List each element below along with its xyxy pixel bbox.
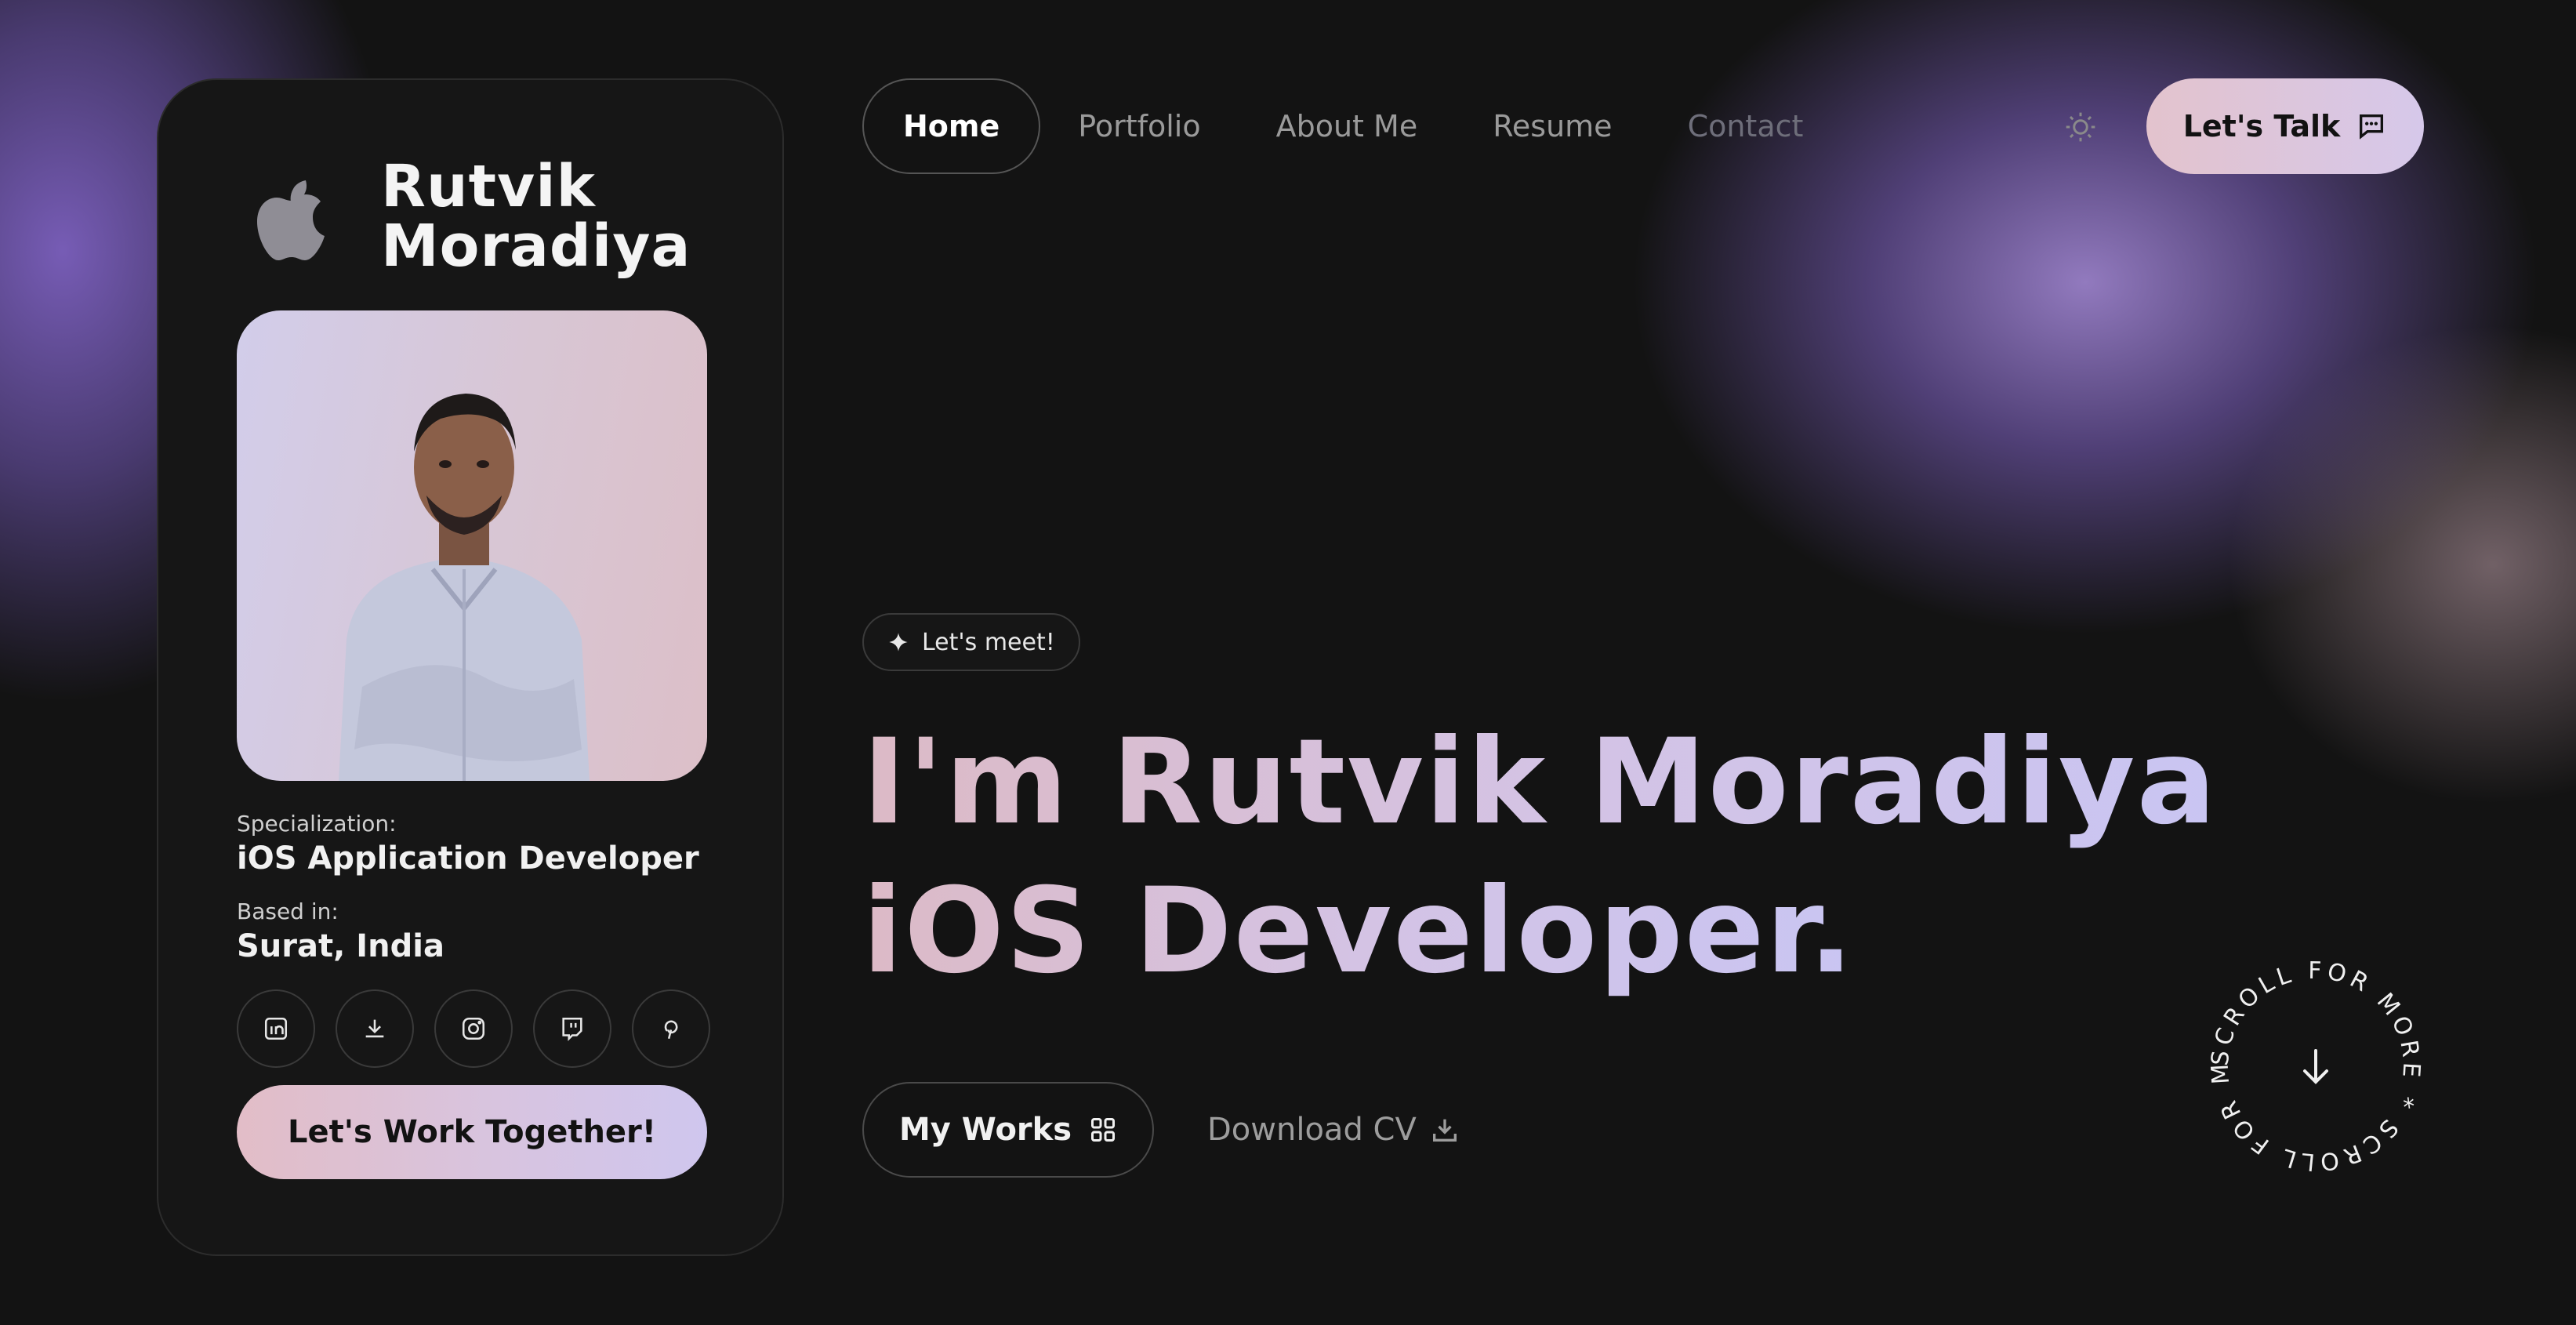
linkedin-icon	[264, 1017, 288, 1040]
twitch-button[interactable]	[533, 989, 611, 1068]
nav-resume[interactable]: Resume	[1455, 78, 1649, 174]
specialization-value: iOS Application Developer	[237, 840, 699, 877]
main-nav: Home Portfolio About Me Resume Contact	[862, 78, 1841, 174]
download-icon	[1432, 1119, 1457, 1142]
download-cv-link[interactable]: Download CV	[1207, 1082, 1460, 1178]
scroll-for-more-badge[interactable]: SCROLL FOR MORE * SCROLL FOR MORE *	[2206, 957, 2425, 1176]
nav-home[interactable]: Home	[862, 78, 1041, 174]
card-header: Rutvik Moradiya	[252, 157, 710, 276]
lets-meet-label: Let's meet!	[922, 628, 1055, 656]
hero-heading-line-2: iOS Developer.	[862, 861, 1855, 1002]
twitch-icon	[562, 1017, 582, 1041]
download-icon	[365, 1019, 384, 1038]
profile-card: Rutvik Moradiya Specialization: iOS Appl…	[157, 78, 784, 1256]
hero-heading-line-1: I'm Rutvik Moradiya	[862, 712, 2218, 853]
lets-talk-label: Let's Talk	[2182, 109, 2341, 143]
nav-about-me[interactable]: About Me	[1239, 78, 1456, 174]
my-works-label: My Works	[898, 1112, 1072, 1148]
lets-talk-button[interactable]: Let's Talk	[2146, 78, 2424, 174]
arrow-down-icon	[2303, 1049, 2328, 1084]
nav-contact[interactable]: Contact	[1650, 78, 1841, 174]
download-button[interactable]	[336, 989, 414, 1068]
instagram-icon	[462, 1017, 485, 1040]
nav-portfolio[interactable]: Portfolio	[1040, 78, 1238, 174]
sun-icon[interactable]	[2063, 110, 2098, 144]
download-cv-label: Download CV	[1207, 1112, 1417, 1148]
lets-meet-badge: Let's meet!	[862, 613, 1080, 671]
specialization-label: Specialization:	[237, 811, 397, 837]
social-links	[237, 989, 710, 1068]
instagram-button[interactable]	[434, 989, 513, 1068]
my-works-button[interactable]: My Works	[862, 1082, 1154, 1178]
grid-icon	[1091, 1118, 1116, 1142]
person-illustration	[339, 394, 590, 781]
profile-photo	[237, 310, 707, 781]
based-in-value: Surat, India	[237, 928, 444, 964]
sparkle-icon	[889, 633, 908, 652]
chat-icon	[2360, 114, 2384, 140]
card-name: Rutvik Moradiya	[381, 153, 691, 280]
linkedin-button[interactable]	[237, 989, 315, 1068]
apple-logo-icon	[257, 180, 325, 260]
pinterest-button[interactable]	[632, 989, 710, 1068]
pinterest-icon	[664, 1020, 678, 1040]
work-together-button[interactable]: Let's Work Together!	[237, 1085, 707, 1179]
based-in-label: Based in:	[237, 898, 339, 924]
